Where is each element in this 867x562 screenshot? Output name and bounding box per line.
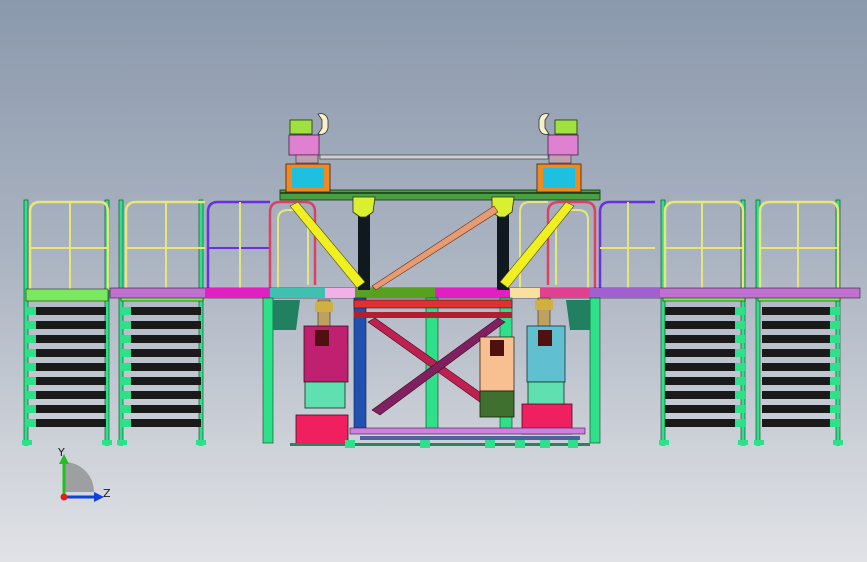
coordinate-triad: Y Z: [57, 446, 111, 502]
top-tie-bar: [319, 154, 549, 160]
assembly-drawing[interactable]: Y Z: [0, 0, 867, 562]
center-drive-unit: [479, 336, 515, 418]
left-handrail: [124, 200, 317, 290]
right-drive-unit: [521, 297, 573, 435]
top-left-head: [285, 113, 331, 193]
walkway-beam: [109, 287, 861, 299]
left-drive-unit: [295, 299, 349, 446]
triad-quadrant: [64, 462, 94, 492]
z-axis-label: Z: [103, 487, 111, 500]
right-inner-stair: [659, 199, 748, 446]
left-outer-stair: [22, 199, 112, 446]
stair-treads: [26, 307, 106, 427]
top-right-head: [536, 113, 582, 193]
right-outer-stair: [754, 199, 843, 446]
x-axis-dot: [60, 493, 68, 501]
cad-viewport[interactable]: Y Z: [0, 0, 867, 562]
y-axis-label: Y: [57, 446, 65, 459]
left-inner-stair: [117, 199, 206, 446]
